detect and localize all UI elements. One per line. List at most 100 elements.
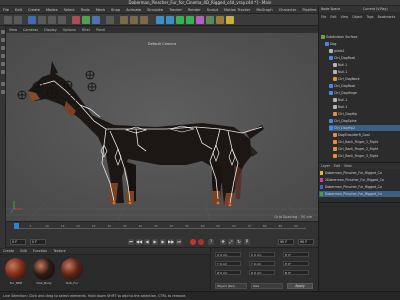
layout-value[interactable]: Current (V-Ray) [363,6,388,12]
coordinate-field[interactable]: P 0° [283,261,309,266]
undo-icon[interactable] [4,16,12,24]
material-menu-edit[interactable]: Edit [17,249,30,253]
viewport-menu-options[interactable]: Options [60,28,79,32]
scale-key-icon[interactable]: ⤢ [228,239,234,245]
menu-tracker[interactable]: Tracker [166,8,185,12]
object-menu-view[interactable]: View [339,15,351,19]
playhead[interactable] [14,223,19,229]
light-icon[interactable] [226,16,234,24]
play-icon[interactable]: ▶ [152,239,158,245]
tree-item[interactable]: Ctrl_DogRoot [329,55,400,61]
menu-motion-tracker[interactable]: Motion Tracker [221,8,253,12]
tree-item[interactable]: Ctrl_DogSpine [329,118,400,124]
layout-selector[interactable]: Node Space Current (V-Ray) [319,6,400,12]
layer-row[interactable]: Doberman_Pinscher_Fur_Rigged_Co [319,184,400,190]
menu-character[interactable]: Character [276,8,300,12]
menu-sculpt[interactable]: Sculpt [204,8,221,12]
pen-icon[interactable] [166,16,174,24]
menu-snap[interactable]: Snap [108,8,123,12]
next-key-icon[interactable]: ▶▶ [168,239,174,245]
layer-row[interactable]: Doberman_Pinscher_Fur_Rigged_Co [319,191,400,197]
snapping-icon[interactable] [1,90,5,94]
scale-icon[interactable] [48,16,56,24]
parameter-key-icon[interactable]: P [244,239,250,245]
tree-item[interactable]: Subdivision Surface [321,34,400,40]
environment-icon[interactable] [206,16,214,24]
tree-item[interactable]: Null.1 [333,62,400,68]
tree-item[interactable]: Ctrl_DogNeck [333,76,400,82]
end-frame-field[interactable]: 90 F [278,239,294,245]
coordinate-field[interactable]: Y 0 cm [215,261,241,266]
coordinate-field[interactable]: X 0 cm [215,252,241,257]
move-icon[interactable] [38,16,46,24]
coordinate-field[interactable]: Z 0 cm [249,270,275,275]
tree-item[interactable]: Null.1 [333,104,400,110]
coordinate-field[interactable]: B 0° [283,270,309,275]
layer-row[interactable]: Doberman_Pinscher_Fur_Rigged_Co [319,170,400,176]
tree-item[interactable]: Ctrl_DogHip2 [329,125,400,131]
tree-item[interactable]: joints1 [329,48,400,54]
start-frame-field[interactable]: 0 F [10,239,26,245]
rotate-icon[interactable] [58,16,66,24]
x-axis-icon[interactable] [72,16,80,24]
coordinate-mode-dropdown[interactable]: Object (Rel) [215,283,247,289]
tree-item[interactable]: Ctrl_Back_Finger_3_Right [333,153,400,159]
material-swatch[interactable]: Dob_Fur [60,258,84,288]
tree-item[interactable]: Null.1 [333,97,400,103]
menu-mograph[interactable]: MoGraph [253,8,275,12]
layer-row[interactable]: 2Doberman_Pinscher_Fur_Rigged_Co [319,177,400,183]
viewport-menu-cameras[interactable]: Cameras [20,28,41,32]
menu-mesh[interactable]: Mesh [93,8,108,12]
object-menu-edit[interactable]: Edit [328,15,338,19]
perspective-viewport[interactable]: Default Camera Grid Spacing : 50 cm [6,33,318,221]
y-axis-icon[interactable] [82,16,90,24]
material-swatch[interactable]: Fur_RED [4,258,28,288]
render-settings-icon[interactable] [140,16,148,24]
tree-item[interactable]: Ctrl_DogHinge [329,90,400,96]
object-menu-tags[interactable]: Tags [365,15,376,19]
current-frame-field[interactable]: 0 F [30,239,46,245]
menu-create[interactable]: Create [25,8,43,12]
tree-item[interactable]: Ctrl_DogRoot [329,83,400,89]
menu-modes[interactable]: Modes [43,8,61,12]
viewport-menu-panel[interactable]: Panel [93,28,108,32]
material-menu-texture[interactable]: Texture [50,249,68,253]
size-mode-dropdown[interactable]: Size [251,283,283,289]
next-frame-icon[interactable]: ▶ [160,239,166,245]
position-key-icon[interactable]: ✥ [220,239,226,245]
material-menu-function[interactable]: Function [30,249,50,253]
camera-icon[interactable] [216,16,224,24]
coordinate-field[interactable]: Z 0 cm [215,270,241,275]
tree-item[interactable]: Ctrl_DogHip [333,111,400,117]
autokey-icon[interactable] [198,239,204,245]
deformer-icon[interactable] [196,16,204,24]
apply-button[interactable]: Apply [287,283,313,289]
z-axis-icon[interactable] [92,16,100,24]
menu-file[interactable]: File [0,8,12,12]
coordinate-field[interactable]: H 0° [283,252,309,257]
live-selection-icon[interactable] [28,16,36,24]
timeline[interactable]: 051015202530354045505560657075808590 [6,221,318,237]
make-editable-icon[interactable] [1,30,5,34]
texture-mode-icon[interactable] [1,46,5,50]
cube-icon[interactable] [156,16,164,24]
tree-item[interactable]: Ctrl_Back_Finger_1_Right [333,139,400,145]
menu-select[interactable]: Select [61,8,78,12]
render-picture-viewer-icon[interactable] [130,16,138,24]
material-menu-create[interactable]: Create [0,249,17,253]
menu-render[interactable]: Render [185,8,204,12]
tree-item[interactable]: Ctrl_Back_Finger_2_Right [333,146,400,152]
tree-item[interactable]: Null.1 [333,69,400,75]
menu-pipeline[interactable]: Pipeline [299,8,319,12]
viewport-menu-display[interactable]: Display [41,28,60,32]
subdivision-icon[interactable] [176,16,184,24]
record-icon[interactable] [190,239,196,245]
tree-item[interactable]: Dog [325,41,400,47]
tree-item[interactable]: DogShoulderR_Goal [333,132,400,138]
timeline-ruler[interactable]: 051015202530354045505560657075808590 [14,224,306,229]
edges-mode-icon[interactable] [1,62,5,66]
menu-edit[interactable]: Edit [12,8,25,12]
coordinate-field[interactable]: X 0 cm [249,252,275,257]
redo-icon[interactable] [14,16,22,24]
object-menu-file[interactable]: File [319,15,328,19]
